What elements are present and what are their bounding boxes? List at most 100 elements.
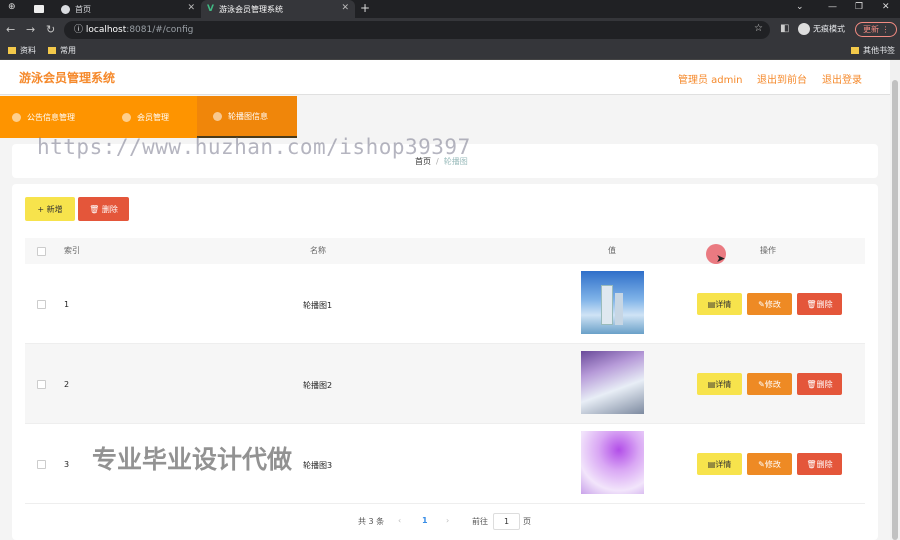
row-name: 轮播图2 — [303, 381, 333, 390]
folder-icon — [851, 47, 859, 54]
col-header-actions: 操作 — [760, 246, 776, 255]
url-path: :8081/#/config — [126, 25, 194, 35]
delete-label: 删除 — [816, 459, 833, 469]
incognito-label: 无痕模式 — [813, 24, 845, 34]
detail-button[interactable]: ▤ 详情 — [697, 293, 742, 315]
window-close-icon[interactable]: ✕ — [882, 2, 890, 12]
goto-page-input[interactable]: 1 — [493, 513, 520, 530]
url-input[interactable]: ⓘ localhost:8081/#/config — [64, 21, 770, 39]
edit-button[interactable]: ✎ 修改 — [747, 293, 792, 315]
tab-active-label: 游泳会员管理系统 — [218, 4, 283, 14]
table-row: 1 轮播图1 ▤ 详情 ✎ 修改 🗑 删除 — [25, 264, 865, 344]
menu-icon — [122, 112, 131, 122]
col-header-index: 索引 — [64, 246, 80, 255]
row-index: 3 — [64, 460, 70, 469]
detail-icon: ▤ — [707, 379, 716, 389]
nav-menu: 公告信息管理 会员管理 轮播图信息 — [0, 96, 297, 138]
edit-button[interactable]: ✎ 修改 — [747, 453, 792, 475]
nav-item-carousel[interactable]: 轮播图信息 — [197, 96, 297, 138]
back-arrow-icon[interactable]: ← — [6, 23, 15, 36]
col-header-value: 值 — [608, 246, 616, 255]
mouse-cursor-icon: ➤ — [716, 252, 726, 265]
app-title: 游泳会员管理系统 — [19, 71, 116, 85]
row-image — [581, 271, 644, 334]
edit-label: 修改 — [764, 299, 781, 309]
row-checkbox[interactable] — [37, 380, 46, 389]
page-scrollbar[interactable] — [890, 60, 900, 540]
edit-icon: ✎ — [758, 459, 765, 469]
blank-page-icon — [34, 5, 44, 13]
detail-label: 详情 — [715, 459, 732, 469]
back-to-front-link[interactable]: 退出到前台 — [757, 71, 807, 86]
close-icon[interactable]: ✕ — [187, 3, 195, 13]
folder-icon — [8, 47, 16, 54]
chevron-down-icon[interactable]: ⌄ — [796, 2, 804, 12]
update-button[interactable]: 更新 ⋮ — [855, 22, 897, 37]
delete-button[interactable]: 🗑 删除 — [797, 453, 842, 475]
tab-home[interactable]: 首页 ✕ — [55, 0, 201, 18]
bookmark-label: 常用 — [60, 46, 76, 55]
detail-icon: ▤ — [707, 299, 716, 309]
trash-icon: 🗑 — [806, 379, 817, 389]
detail-label: 详情 — [715, 379, 732, 389]
scrollbar-thumb[interactable] — [892, 80, 898, 540]
chrome-menu-icon[interactable]: ⊕ — [8, 2, 16, 12]
incognito-indicator[interactable]: 无痕模式 — [798, 23, 845, 35]
watermark-text: https://www.huzhan.com/ishop39397 — [37, 135, 471, 159]
delete-label: 删除 — [816, 379, 833, 389]
row-name: 轮播图1 — [303, 301, 333, 310]
goto-label: 前往 — [472, 517, 488, 526]
edit-label: 修改 — [764, 379, 781, 389]
edit-button[interactable]: ✎ 修改 — [747, 373, 792, 395]
delete-button[interactable]: 🗑 删除 — [797, 373, 842, 395]
add-button[interactable]: + 新增 — [25, 197, 75, 221]
nav-item-announcements[interactable]: 公告信息管理 — [0, 96, 105, 138]
edit-icon: ✎ — [758, 299, 765, 309]
logout-link[interactable]: 退出登录 — [822, 71, 862, 86]
sidebar-icon[interactable]: ◧ — [780, 23, 789, 34]
bookmark-other[interactable]: 其他书签 — [851, 45, 895, 56]
edit-label: 修改 — [764, 459, 781, 469]
bookmark-folder-changyong[interactable]: 常用 — [48, 45, 76, 56]
row-name: 轮播图3 — [303, 461, 333, 470]
close-icon[interactable]: ✕ — [341, 3, 349, 13]
detail-label: 详情 — [715, 299, 732, 309]
prev-page-icon[interactable]: ‹ — [398, 516, 401, 525]
bookmark-folder-ziliao[interactable]: 资料 — [8, 45, 36, 56]
nav-label: 公告信息管理 — [27, 112, 75, 122]
next-page-icon[interactable]: › — [446, 516, 449, 525]
row-checkbox[interactable] — [37, 300, 46, 309]
restore-icon[interactable]: ❐ — [855, 2, 863, 12]
promo-overlay-text: 专业毕业设计代做 — [92, 445, 293, 474]
tab-blank[interactable] — [28, 0, 54, 18]
detail-button[interactable]: ▤ 详情 — [697, 373, 742, 395]
vue-logo-icon: V — [207, 4, 214, 14]
globe-icon — [61, 4, 70, 14]
star-icon[interactable]: ☆ — [754, 23, 763, 34]
update-label: 更新 — [863, 25, 879, 34]
page-number-current[interactable]: 1 — [422, 516, 428, 525]
nav-label: 轮播图信息 — [228, 111, 268, 121]
browser-tab-bar: ⊕ 首页 ✕ V 游泳会员管理系统 ✕ + ⌄ — ❐ ✕ — [0, 0, 900, 18]
info-icon: ⓘ — [74, 25, 86, 35]
trash-icon: 🗑 — [806, 459, 817, 469]
minimize-icon[interactable]: — — [828, 2, 837, 12]
reload-icon[interactable]: ↻ — [46, 23, 55, 36]
edit-icon: ✎ — [758, 379, 765, 389]
detail-button[interactable]: ▤ 详情 — [697, 453, 742, 475]
new-tab-button[interactable]: + — [360, 1, 370, 15]
incognito-avatar-icon — [798, 23, 810, 35]
delete-button[interactable]: 🗑 删除 — [797, 293, 842, 315]
delete-label: 删除 — [816, 299, 833, 309]
bookmark-label: 资料 — [20, 46, 36, 55]
pagination-total: 共 3 条 — [358, 517, 385, 526]
row-index: 1 — [64, 300, 70, 309]
select-all-checkbox[interactable] — [37, 247, 46, 256]
detail-icon: ▤ — [707, 459, 716, 469]
row-image — [581, 351, 644, 414]
batch-delete-button[interactable]: 🗑 删除 — [78, 197, 129, 221]
forward-arrow-icon[interactable]: → — [26, 23, 35, 36]
nav-item-members[interactable]: 会员管理 — [105, 96, 197, 138]
tab-active[interactable]: V 游泳会员管理系统 ✕ — [201, 0, 355, 18]
row-checkbox[interactable] — [37, 460, 46, 469]
